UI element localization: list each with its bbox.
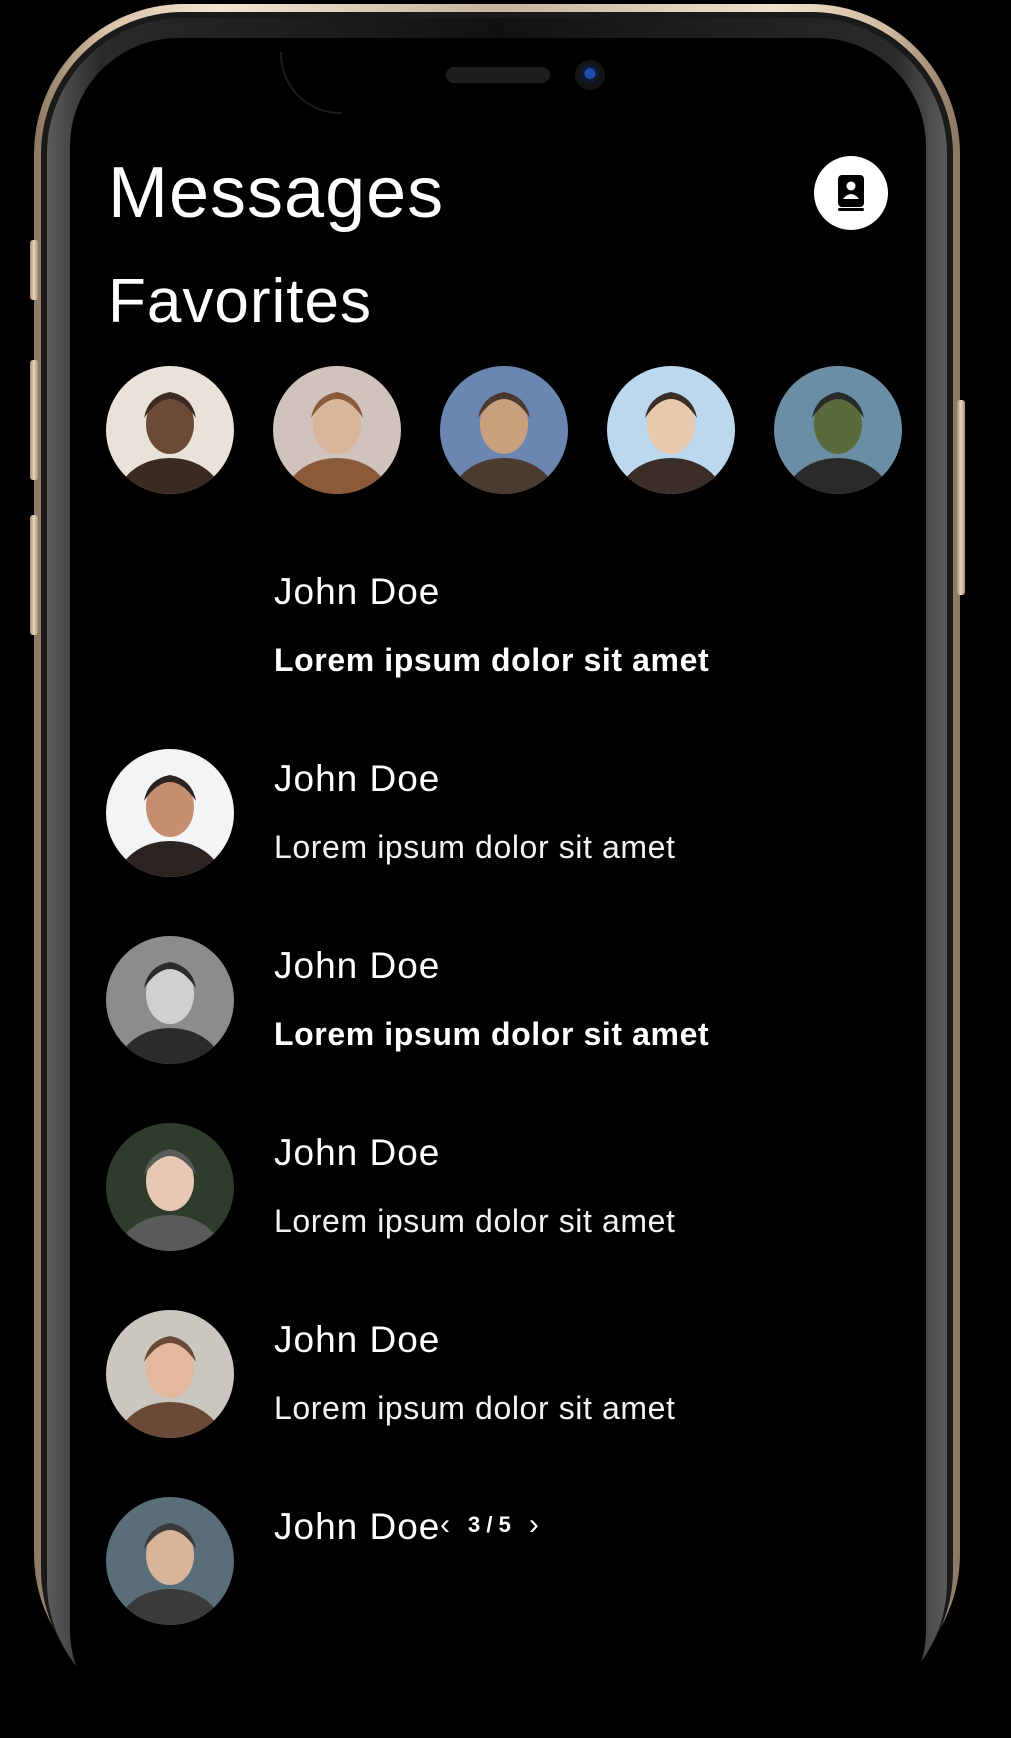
mute-switch: [30, 240, 38, 300]
message-preview: Lorem ipsum dolor sit amet: [274, 1016, 710, 1052]
contact-name: John Doe: [274, 1132, 441, 1173]
message-row[interactable]: John Doe Lorem ipsum dolor sit amet: [106, 936, 906, 1086]
power-button: [957, 400, 965, 595]
message-preview: Lorem ipsum dolor sit amet: [274, 829, 676, 865]
message-row[interactable]: John Doe Lorem ipsum dolor sit amet: [106, 562, 906, 712]
pager-prev-button[interactable]: ‹: [440, 1510, 450, 1540]
contact-name: John Doe: [274, 571, 441, 612]
favorite-avatar-3[interactable]: [440, 366, 568, 494]
message-preview: Lorem ipsum dolor sit amet: [274, 1203, 676, 1239]
front-camera: [575, 60, 605, 90]
favorite-avatar-5[interactable]: [774, 366, 902, 494]
contact-name: John Doe: [274, 1506, 441, 1547]
contacts-book-icon: [838, 175, 864, 211]
avatar: [106, 936, 234, 1064]
favorites-title: Favorites: [108, 267, 372, 336]
message-row[interactable]: John Doe Lorem ipsum dolor sit amet: [106, 749, 906, 899]
message-preview: Lorem ipsum dolor sit amet: [274, 642, 710, 678]
message-row[interactable]: John Doe Lorem ipsum dolor sit amet: [106, 1310, 906, 1460]
volume-down-button: [30, 515, 38, 635]
contact-name: John Doe: [274, 758, 441, 799]
message-preview: Lorem ipsum dolor sit amet: [274, 1390, 676, 1426]
pager-label: 3 / 5: [468, 1512, 511, 1537]
favorites-row: [106, 366, 906, 494]
pager: ‹ 3 / 5 ›: [440, 1505, 539, 1545]
avatar: [106, 749, 234, 877]
pager-next-button[interactable]: ›: [529, 1510, 539, 1540]
avatar: [106, 1310, 234, 1438]
contact-name: John Doe: [274, 945, 441, 986]
contacts-button[interactable]: [814, 156, 888, 230]
avatar: [106, 1123, 234, 1251]
favorite-avatar-2[interactable]: [273, 366, 401, 494]
volume-up-button: [30, 360, 38, 480]
earpiece-speaker: [446, 67, 550, 83]
page-title: Messages: [108, 153, 445, 233]
message-row[interactable]: John Doe Lorem ipsum dolor sit amet: [106, 1123, 906, 1273]
favorite-avatar-1[interactable]: [106, 366, 234, 494]
favorite-avatar-4[interactable]: [607, 366, 735, 494]
contact-name: John Doe: [274, 1319, 441, 1360]
avatar: [106, 1497, 234, 1625]
